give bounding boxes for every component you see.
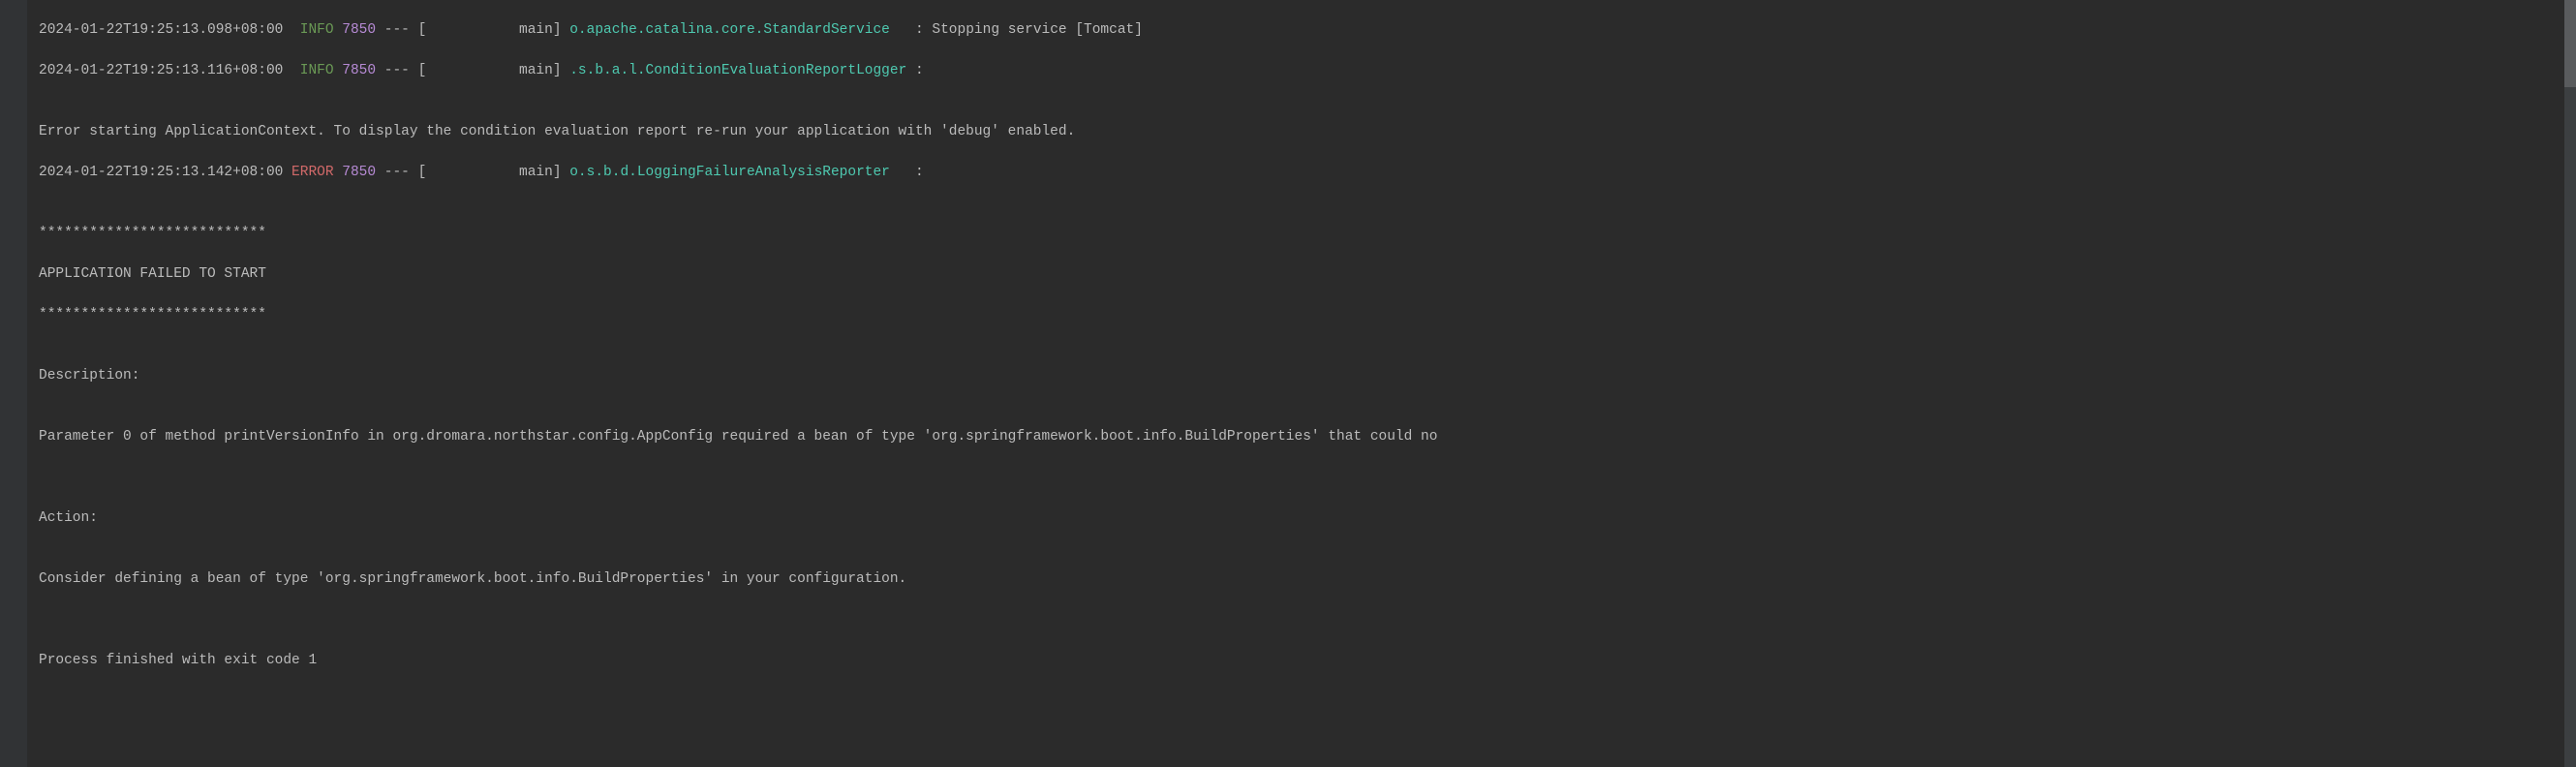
logger-name: o.s.b.d.LoggingFailureAnalysisReporter xyxy=(569,165,906,180)
scrollbar-track[interactable] xyxy=(2564,0,2576,767)
log-level-info: INFO xyxy=(300,63,334,78)
log-level-info: INFO xyxy=(300,22,334,38)
process-id: 7850 xyxy=(342,165,376,180)
timestamp: 2024-01-22T19:25:13.142+08:00 xyxy=(39,165,283,180)
border-line: *************************** xyxy=(39,305,2564,325)
failure-header: APPLICATION FAILED TO START xyxy=(39,264,2564,285)
process-id: 7850 xyxy=(342,22,376,38)
scrollbar-thumb[interactable] xyxy=(2564,0,2576,87)
editor-gutter xyxy=(0,0,27,767)
border-line: *************************** xyxy=(39,224,2564,244)
description-label: Description: xyxy=(39,366,2564,386)
exit-code-text: Process finished with exit code 1 xyxy=(39,651,2564,671)
timestamp: 2024-01-22T19:25:13.116+08:00 xyxy=(39,63,283,78)
logger-name: .s.b.a.l.ConditionEvaluationReportLogger xyxy=(569,63,906,78)
log-level-error: ERROR xyxy=(291,165,334,180)
log-line: 2024-01-22T19:25:13.098+08:00 INFO 7850 … xyxy=(39,20,2564,41)
action-label: Action: xyxy=(39,508,2564,529)
log-message: Stopping service [Tomcat] xyxy=(924,22,1143,38)
error-context: Error starting ApplicationContext. To di… xyxy=(39,122,2564,142)
process-id: 7850 xyxy=(342,63,376,78)
action-text: Consider defining a bean of type 'org.sp… xyxy=(39,569,2564,590)
logger-name: o.apache.catalina.core.StandardService xyxy=(569,22,906,38)
console-output[interactable]: 2024-01-22T19:25:13.098+08:00 INFO 7850 … xyxy=(27,0,2576,767)
log-line: 2024-01-22T19:25:13.116+08:00 INFO 7850 … xyxy=(39,61,2564,81)
timestamp: 2024-01-22T19:25:13.098+08:00 xyxy=(39,22,283,38)
log-line: 2024-01-22T19:25:13.142+08:00 ERROR 7850… xyxy=(39,163,2564,183)
description-text: Parameter 0 of method printVersionInfo i… xyxy=(39,427,2564,447)
